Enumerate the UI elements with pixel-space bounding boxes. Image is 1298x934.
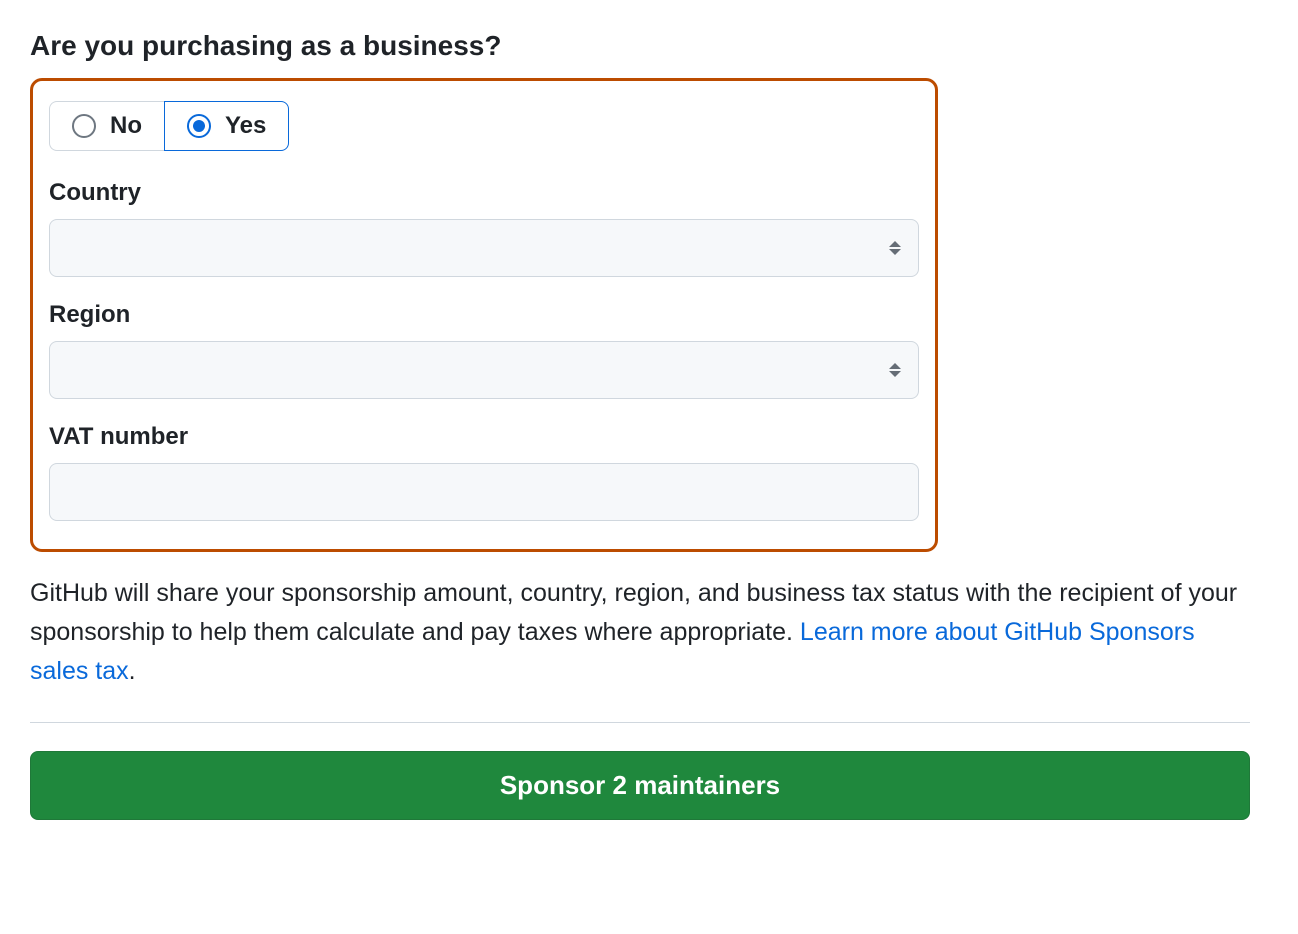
radio-checked-icon — [187, 114, 211, 138]
sponsor-business-form: Are you purchasing as a business? No Yes… — [30, 30, 1250, 820]
vat-group: VAT number — [49, 423, 919, 521]
country-group: Country — [49, 179, 919, 277]
business-question-heading: Are you purchasing as a business? — [30, 30, 1250, 62]
sponsor-submit-button[interactable]: Sponsor 2 maintainers — [30, 751, 1250, 820]
tax-disclosure-text: GitHub will share your sponsorship amoun… — [30, 574, 1250, 690]
country-select-wrapper — [49, 219, 919, 277]
country-label: Country — [49, 179, 919, 207]
region-select[interactable] — [49, 341, 919, 399]
vat-label: VAT number — [49, 423, 919, 451]
section-divider — [30, 722, 1250, 723]
business-details-panel: No Yes Country Region — [30, 78, 938, 552]
vat-input[interactable] — [49, 463, 919, 521]
region-label: Region — [49, 301, 919, 329]
business-toggle-no[interactable]: No — [49, 101, 164, 151]
toggle-no-label: No — [110, 112, 142, 140]
business-toggle: No Yes — [49, 101, 289, 151]
country-select[interactable] — [49, 219, 919, 277]
disclosure-suffix: . — [129, 657, 136, 685]
region-select-wrapper — [49, 341, 919, 399]
region-group: Region — [49, 301, 919, 399]
toggle-yes-label: Yes — [225, 112, 266, 140]
business-toggle-yes[interactable]: Yes — [164, 101, 289, 151]
radio-unchecked-icon — [72, 114, 96, 138]
